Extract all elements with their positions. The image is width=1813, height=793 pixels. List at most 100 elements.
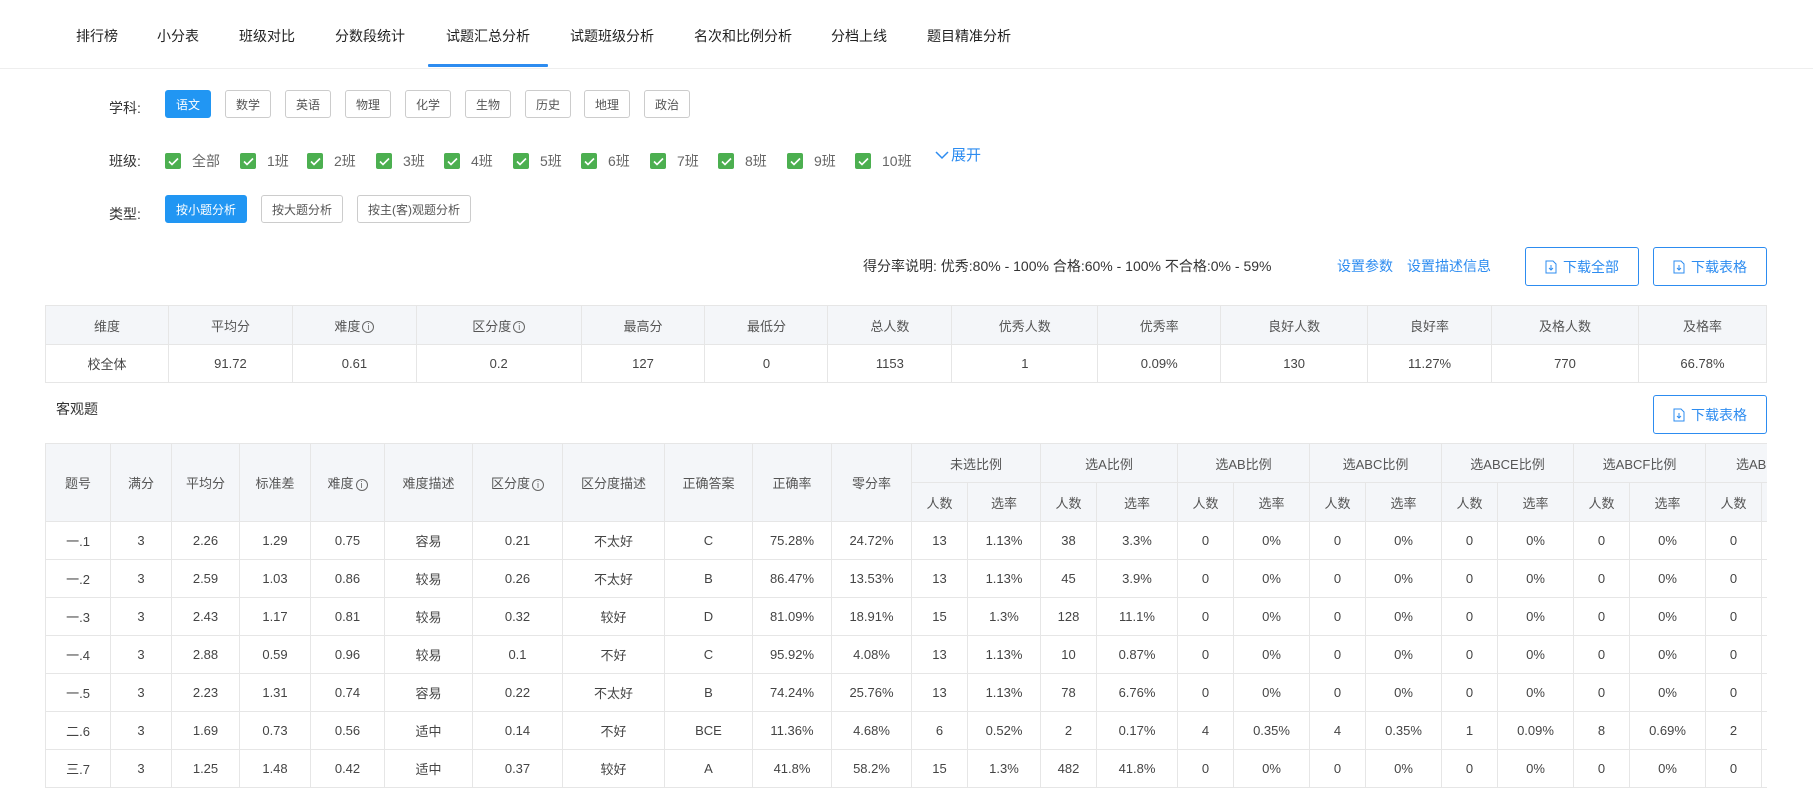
tab-3[interactable]: 分数段统计 xyxy=(335,26,405,46)
table-cell: 1.3% xyxy=(967,597,1041,636)
subject-chip-3[interactable]: 物理 xyxy=(345,90,392,118)
objective-header-9: 正确率 xyxy=(752,443,832,522)
table-cell: 1.03 xyxy=(239,559,311,598)
checkbox-checked-icon xyxy=(240,153,256,169)
table-cell: 0.17% xyxy=(1096,711,1178,750)
objective-sub-header: 人数 xyxy=(1705,482,1762,522)
class-label: 7班 xyxy=(677,153,699,169)
header-label: 区分度 xyxy=(490,476,530,491)
tab-bar: 排行榜 小分表 班级对比 分数段统计 试题汇总分析 试题班级分析 名次和比例分析 分档上线 题目… xyxy=(0,0,1813,69)
table-cell: 0 xyxy=(1441,749,1498,788)
summary-cell: 91.72 xyxy=(167,344,293,383)
summary-cell: 66.78% xyxy=(1637,344,1768,383)
header-label: 总人数 xyxy=(870,318,910,334)
checkbox-checked-icon xyxy=(444,153,460,169)
class-checkbox-5[interactable]: 5班 xyxy=(513,152,562,170)
subject-chip-7[interactable]: 地理 xyxy=(584,90,631,118)
subject-chip-5[interactable]: 生物 xyxy=(465,90,512,118)
class-checkbox-4[interactable]: 4班 xyxy=(444,152,493,170)
table-cell: B xyxy=(664,673,753,712)
class-label: 1班 xyxy=(267,153,289,169)
class-checkbox-9[interactable]: 9班 xyxy=(787,152,836,170)
info-icon[interactable]: i xyxy=(513,321,526,334)
table-cell: 不太好 xyxy=(562,673,665,712)
table-cell: 3 xyxy=(110,673,172,712)
table-cell: 11.1% xyxy=(1096,597,1178,636)
table-cell: BCE xyxy=(664,711,753,750)
subject-chip-6[interactable]: 历史 xyxy=(525,90,572,118)
chevron-down-icon xyxy=(935,150,949,159)
download-all-label: 下载全部 xyxy=(1563,258,1619,275)
checkbox-checked-icon xyxy=(376,153,392,169)
tab-2[interactable]: 班级对比 xyxy=(239,26,295,46)
type-chip-0[interactable]: 按小题分析 xyxy=(165,195,248,223)
table-cell: 0% xyxy=(1233,673,1310,712)
tab-1[interactable]: 小分表 xyxy=(157,26,199,46)
type-chip-2[interactable]: 按主(客)观题分析 xyxy=(357,195,471,223)
table-cell: 0 xyxy=(1177,521,1234,560)
tab-8[interactable]: 题目精准分析 xyxy=(927,26,1011,46)
class-checkbox-8[interactable]: 8班 xyxy=(718,152,767,170)
tab-4[interactable]: 试题汇总分析 xyxy=(446,26,530,46)
subject-chip-4[interactable]: 化学 xyxy=(405,90,452,118)
table-cell: 0 xyxy=(1309,597,1366,636)
table-cell: 0% xyxy=(1629,673,1706,712)
tab-6[interactable]: 名次和比例分析 xyxy=(694,26,792,46)
table-cell: 0% xyxy=(1233,521,1310,560)
header-label: 满分 xyxy=(127,476,154,491)
objective-sub-header: 人数 xyxy=(1040,482,1097,522)
class-checkbox-6[interactable]: 6班 xyxy=(581,152,630,170)
summary-header-11: 及格人数 xyxy=(1491,305,1639,345)
table-cell: 0 xyxy=(1177,635,1234,674)
table-cell: 0 xyxy=(1177,559,1234,598)
table-cell: 1.25 xyxy=(171,749,240,788)
objective-sub-header: 选率 xyxy=(967,482,1041,522)
objective-header-8: 正确答案 xyxy=(664,443,753,522)
table-cell: 4 xyxy=(1177,711,1234,750)
set-desc-link[interactable]: 设置描述信息 xyxy=(1407,256,1491,276)
class-checkbox-10[interactable]: 10班 xyxy=(855,152,912,170)
class-checkbox-0[interactable]: 全部 xyxy=(165,152,220,170)
document-icon xyxy=(1673,408,1685,421)
download-table-button[interactable]: 下载表格 xyxy=(1653,247,1767,286)
tab-0[interactable]: 排行榜 xyxy=(76,26,118,46)
table-cell: 较好 xyxy=(562,749,665,788)
table-cell: 0 xyxy=(1177,597,1234,636)
tab-7[interactable]: 分档上线 xyxy=(831,26,887,46)
class-checkbox-2[interactable]: 2班 xyxy=(307,152,356,170)
info-icon[interactable]: i xyxy=(362,321,375,334)
info-icon[interactable]: i xyxy=(532,478,544,491)
objective-sub-header: 选率 xyxy=(1365,482,1442,522)
expand-button[interactable]: 展开 xyxy=(935,144,981,165)
table-cell: 0.59 xyxy=(239,635,311,674)
download-objective-table-button[interactable]: 下载表格 xyxy=(1653,395,1767,434)
objective-sub-header: 人数 xyxy=(911,482,968,522)
download-all-button[interactable]: 下载全部 xyxy=(1525,247,1639,286)
table-cell: A xyxy=(664,749,753,788)
table-cell: 0.26 xyxy=(472,559,563,598)
table-cell: 3 xyxy=(110,597,172,636)
class-checkbox-1[interactable]: 1班 xyxy=(240,152,289,170)
table-cell: 较易 xyxy=(384,597,473,636)
set-params-link[interactable]: 设置参数 xyxy=(1337,256,1393,276)
objective-table-viewport[interactable]: 题号 满分 平均分 标准差 难度 i 难度描述 区分度 i 区分度描述 正确答案 正确率 零分率 未选比例… xyxy=(45,443,1767,793)
class-label: 8班 xyxy=(745,153,767,169)
header-label: 及格人数 xyxy=(1538,318,1591,334)
objective-sub-header: 人数 xyxy=(1573,482,1630,522)
type-chip-1[interactable]: 按大题分析 xyxy=(261,195,344,223)
table-cell: 适中 xyxy=(384,711,473,750)
table-cell: 0% xyxy=(1233,749,1310,788)
subject-chip-1[interactable]: 数学 xyxy=(225,90,272,118)
class-checkbox-3[interactable]: 3班 xyxy=(376,152,425,170)
header-label: 最低分 xyxy=(746,318,786,334)
class-checkbox-7[interactable]: 7班 xyxy=(650,152,699,170)
subject-chip-2[interactable]: 英语 xyxy=(285,90,332,118)
tab-5[interactable]: 试题班级分析 xyxy=(570,26,654,46)
subject-chip-0[interactable]: 语文 xyxy=(165,90,212,118)
table-cell: 1.13% xyxy=(967,559,1041,598)
subject-chip-8[interactable]: 政治 xyxy=(644,90,691,118)
info-icon[interactable]: i xyxy=(355,478,368,491)
checkbox-checked-icon xyxy=(513,153,529,169)
table-cell: 0% xyxy=(1365,521,1442,560)
table-row: 一.3 3 2.43 1.17 0.81 较易 0.32 较好 D 81.09% 18.91% 15 1… xyxy=(45,597,1767,636)
